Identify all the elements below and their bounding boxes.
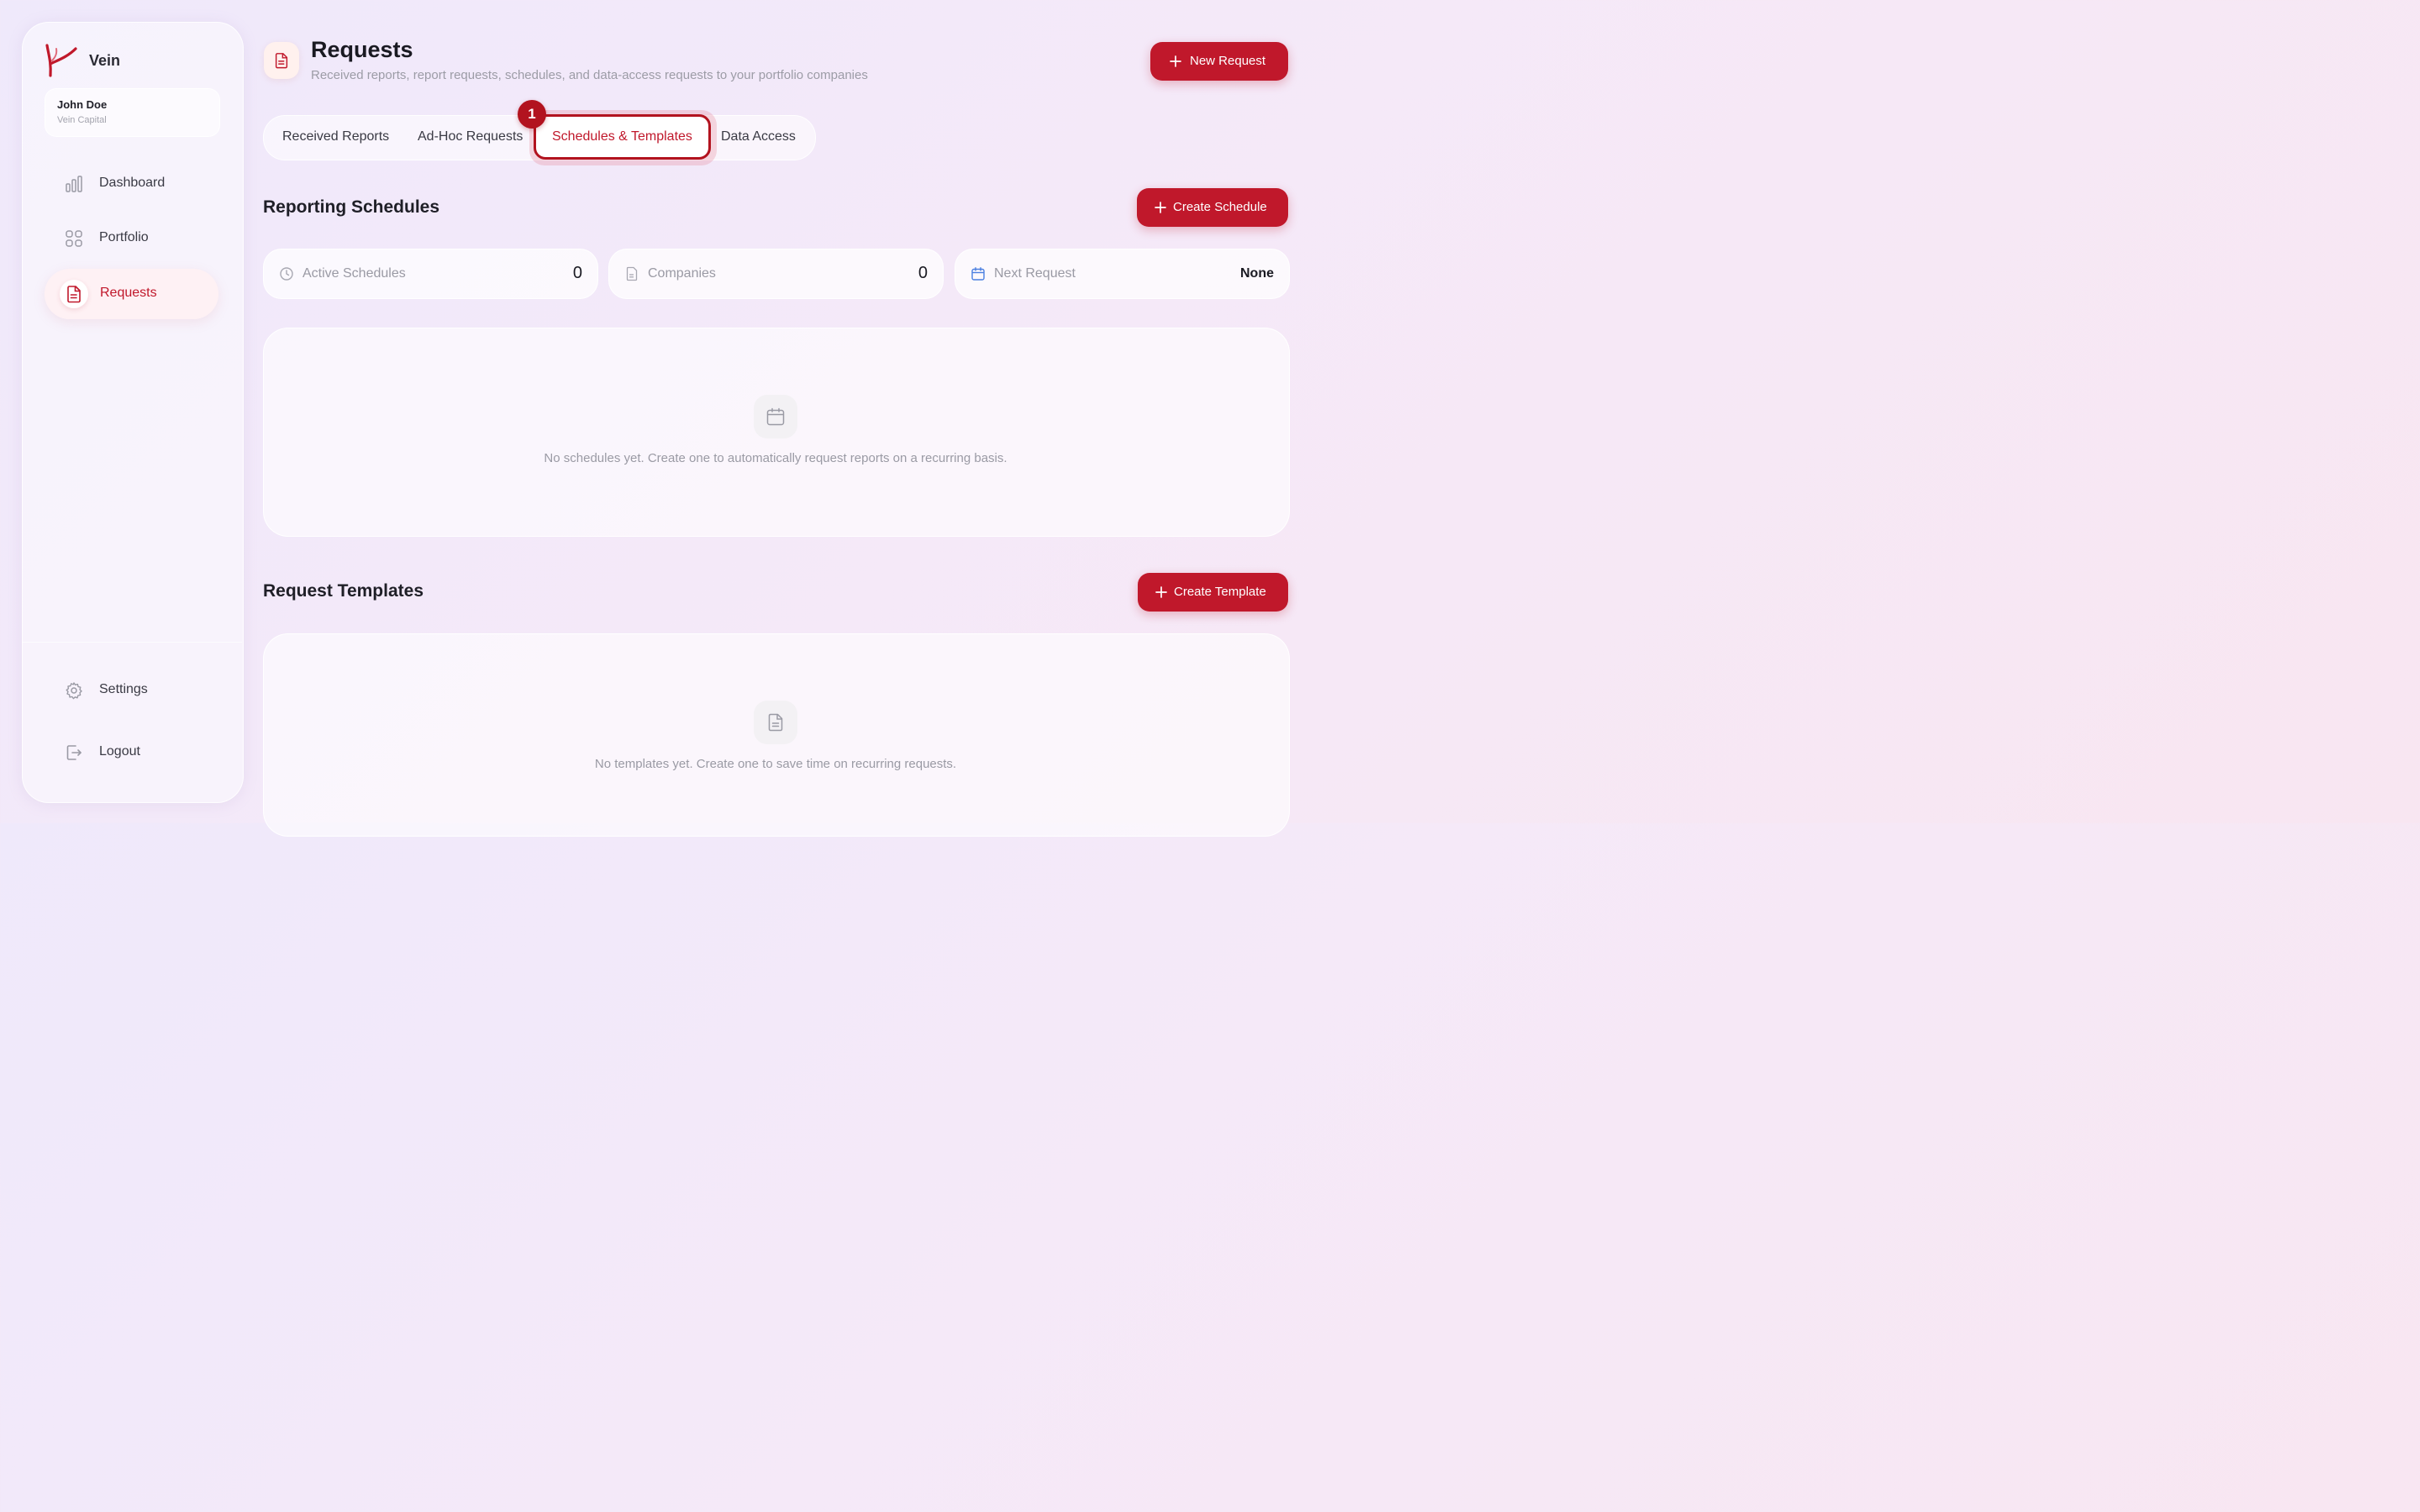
tab-data-access[interactable]: Data Access bbox=[721, 129, 796, 144]
sidebar-item-label: Requests bbox=[99, 285, 157, 300]
sidebar-item-dashboard[interactable]: Dashboard bbox=[45, 159, 218, 209]
sidebar-item-logout[interactable]: Logout bbox=[45, 727, 218, 778]
stat-label: Next Request bbox=[993, 265, 1076, 281]
stat-label: Active Schedules bbox=[302, 265, 406, 281]
empty-templates-icon-wrap bbox=[753, 700, 797, 744]
logout-icon bbox=[66, 745, 82, 760]
new-request-button[interactable]: New Request bbox=[1150, 41, 1288, 81]
gear-icon bbox=[66, 682, 82, 700]
bar-chart-icon bbox=[66, 176, 82, 192]
grid-icon bbox=[66, 230, 82, 247]
empty-schedules-icon-wrap bbox=[753, 394, 797, 438]
user-org: Vein Capital bbox=[56, 114, 107, 125]
templates-empty-text: No templates yet. Create one to save tim… bbox=[594, 756, 957, 771]
user-name: John Doe bbox=[56, 97, 108, 111]
create-schedule-button[interactable]: Create Schedule bbox=[1136, 187, 1288, 227]
sidebar-item-label: Settings bbox=[98, 681, 148, 696]
plus-icon bbox=[1155, 202, 1166, 213]
create-template-label: Create Template bbox=[1173, 584, 1266, 599]
tab-label: Schedules & Templates bbox=[551, 129, 692, 144]
plus-icon bbox=[1155, 586, 1167, 598]
sidebar-item-label: Dashboard bbox=[98, 175, 166, 190]
page-subtitle: Received reports, report requests, sched… bbox=[310, 67, 868, 82]
sidebar-item-label: Logout bbox=[98, 743, 140, 759]
sidebar-item-requests[interactable]: Requests bbox=[44, 268, 218, 319]
plus-icon bbox=[1170, 55, 1181, 67]
create-schedule-label: Create Schedule bbox=[1172, 199, 1267, 214]
tab-received-reports[interactable]: Received Reports bbox=[282, 129, 389, 144]
brand-name: Vein bbox=[88, 51, 121, 69]
clock-icon bbox=[280, 267, 293, 281]
new-request-label: New Request bbox=[1189, 53, 1266, 68]
user-card[interactable]: John Doe Vein Capital bbox=[44, 87, 220, 137]
page-icon bbox=[263, 41, 299, 79]
schedules-empty-text: No schedules yet. Create one to automati… bbox=[544, 450, 1007, 465]
sidebar-item-settings[interactable]: Settings bbox=[45, 665, 218, 716]
stat-value: 0 bbox=[918, 263, 928, 282]
stat-active-schedules: Active Schedules 0 bbox=[262, 248, 598, 299]
stat-value: None bbox=[1239, 265, 1274, 281]
page-title: Requests bbox=[310, 36, 413, 62]
sidebar-divider bbox=[21, 641, 242, 643]
sidebar-item-portfolio[interactable]: Portfolio bbox=[45, 213, 218, 264]
calendar-icon bbox=[971, 267, 985, 281]
tab-schedules-templates[interactable]: Schedules & Templates bbox=[533, 113, 711, 160]
stat-label: Companies bbox=[647, 265, 716, 281]
document-icon bbox=[275, 53, 288, 69]
create-template-button[interactable]: Create Template bbox=[1137, 572, 1288, 612]
document-icon bbox=[768, 713, 783, 732]
document-icon bbox=[626, 266, 638, 281]
step-badge: 1 bbox=[517, 99, 546, 129]
calendar-icon bbox=[766, 407, 785, 426]
stat-value: 0 bbox=[572, 263, 582, 282]
stat-companies: Companies 0 bbox=[608, 248, 944, 299]
stat-next-request: Next Request None bbox=[954, 248, 1290, 299]
sidebar-item-label: Portfolio bbox=[98, 229, 149, 244]
document-icon bbox=[67, 286, 81, 303]
schedules-section-title: Reporting Schedules bbox=[262, 197, 440, 217]
tab-ad-hoc-requests[interactable]: Ad-Hoc Requests bbox=[418, 129, 523, 144]
templates-section-title: Request Templates bbox=[262, 580, 424, 601]
vein-logo-icon[interactable] bbox=[44, 44, 81, 79]
document-icon-wrap bbox=[59, 279, 88, 308]
